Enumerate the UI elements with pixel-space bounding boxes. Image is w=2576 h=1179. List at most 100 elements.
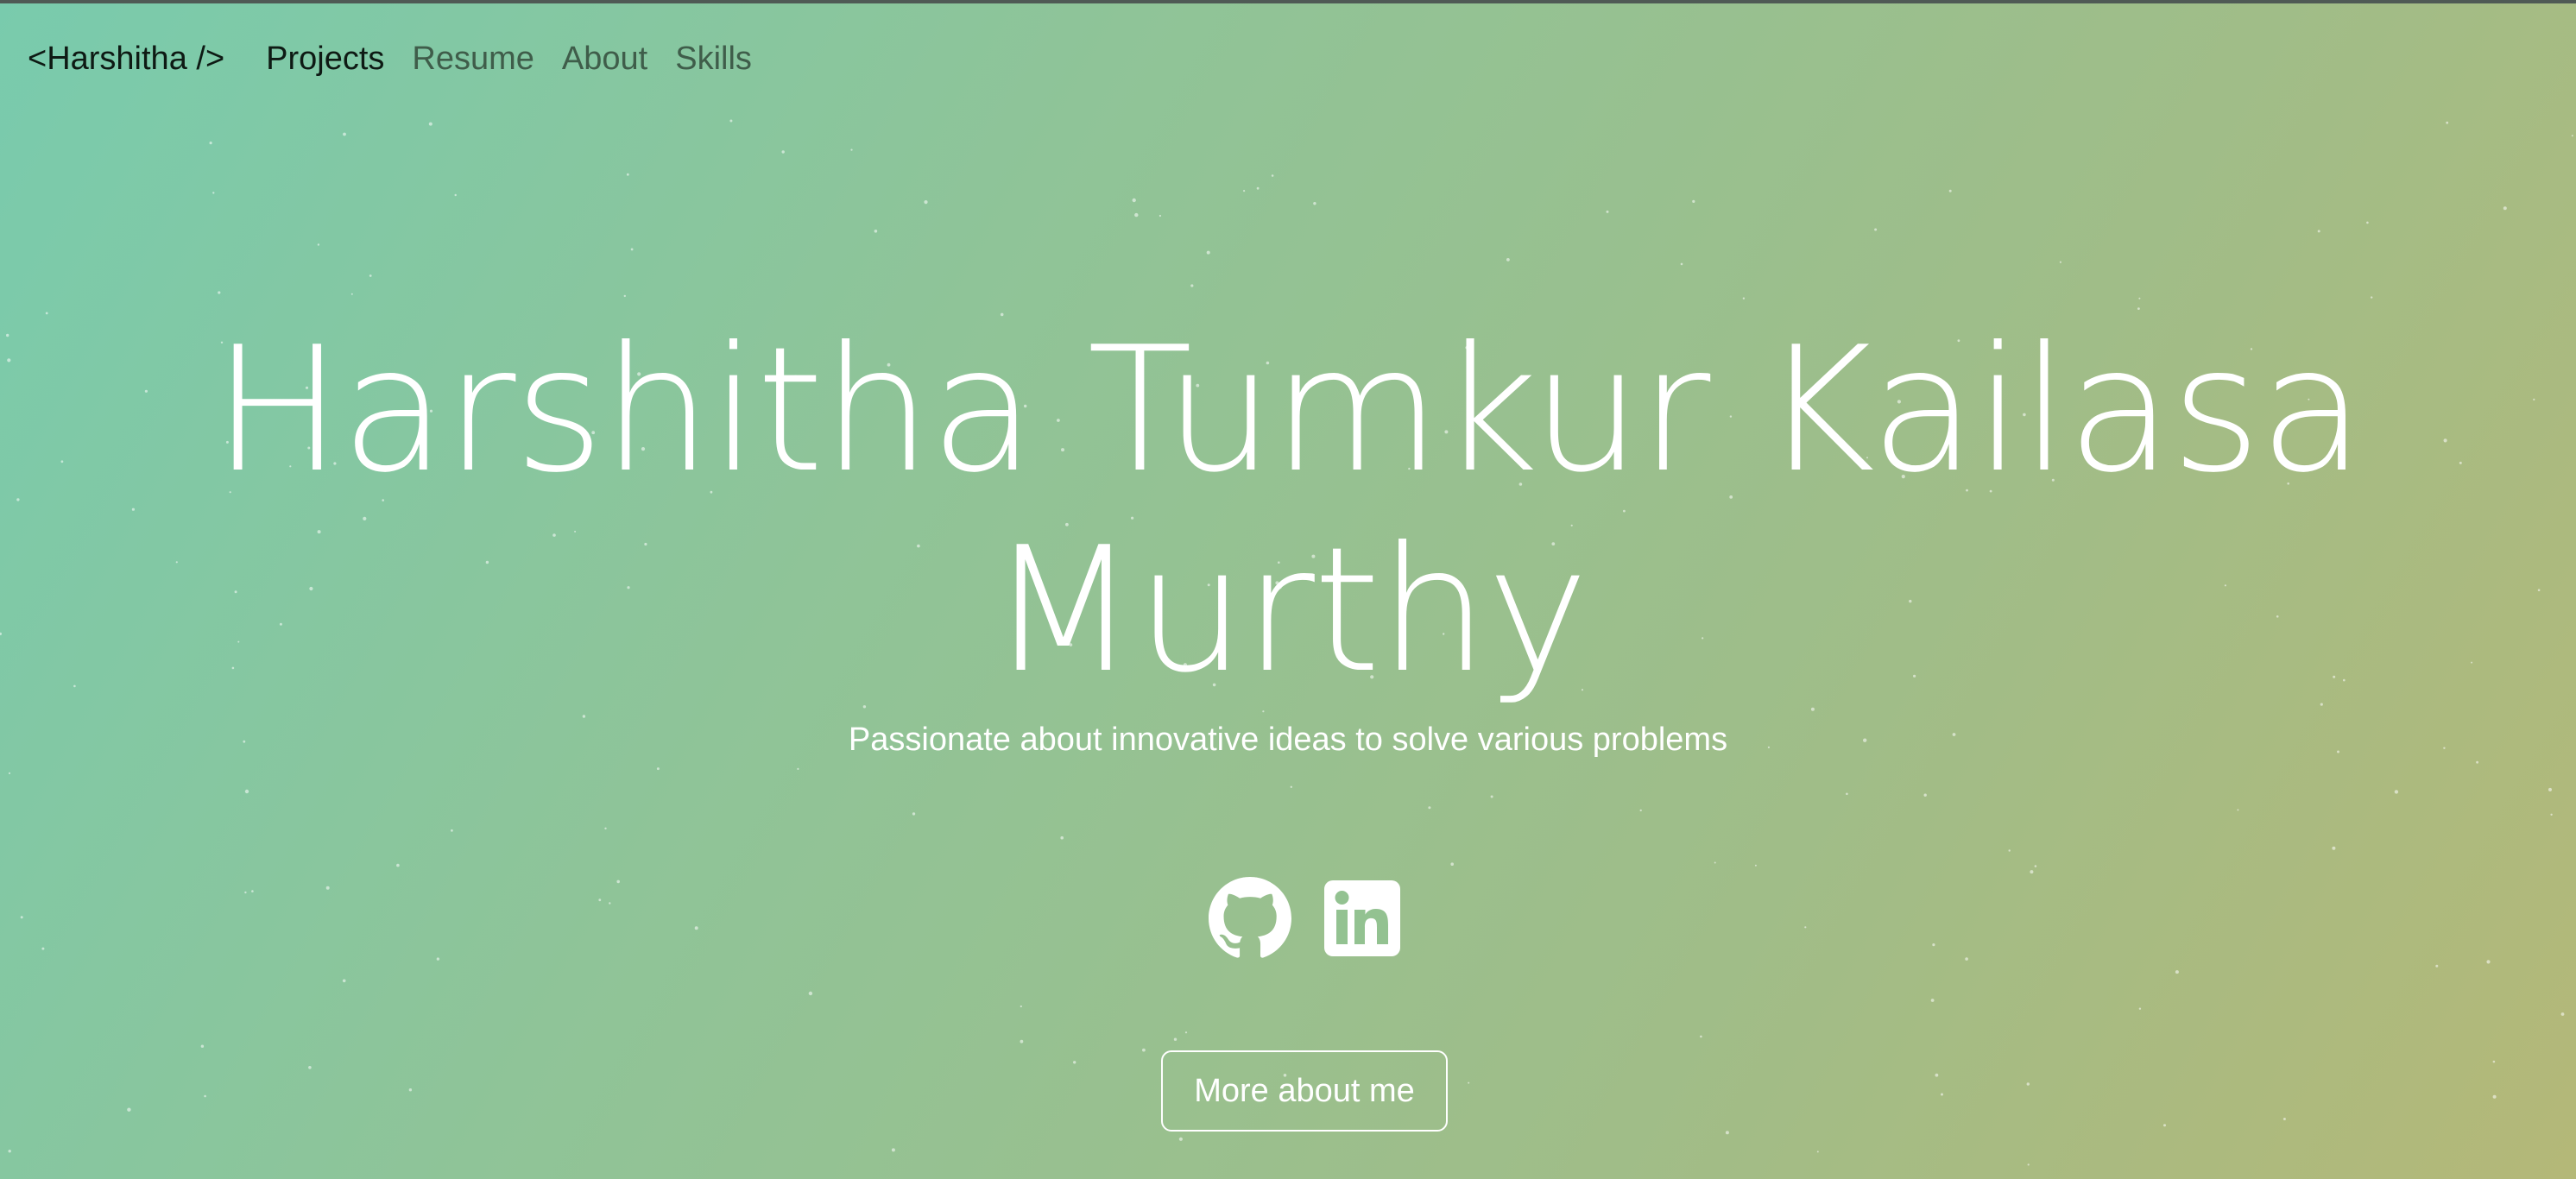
- star-dot: [451, 829, 453, 832]
- star-dot: [317, 243, 320, 246]
- nav-link-about[interactable]: About: [562, 41, 647, 78]
- star-dot: [912, 812, 916, 816]
- star-dot: [1271, 174, 1274, 177]
- star-dot: [1206, 250, 1210, 255]
- star-dot: [2237, 809, 2239, 811]
- star-dot: [2027, 1163, 2030, 1166]
- star-dot: [1680, 262, 1683, 266]
- star-dot: [729, 119, 733, 123]
- star-dot: [1506, 258, 1510, 262]
- star-dot: [2026, 1082, 2030, 1086]
- star-dot: [2548, 787, 2552, 791]
- nav-link-projects[interactable]: Projects: [266, 41, 384, 78]
- star-dot: [8, 1150, 11, 1153]
- star-dot: [1639, 809, 1642, 812]
- star-dot: [1184, 1031, 1188, 1034]
- star-dot: [369, 274, 372, 277]
- star-dot: [874, 230, 878, 233]
- hero-name-line-2: Murthy: [988, 510, 1588, 711]
- star-dot: [2138, 297, 2141, 299]
- star-dot: [436, 957, 440, 961]
- window-top-border: [0, 0, 2576, 3]
- star-dot: [2571, 135, 2573, 137]
- star-dot: [350, 293, 353, 295]
- star-dot: [396, 863, 400, 867]
- star-dot: [1692, 199, 1695, 203]
- star-dot: [1468, 1081, 1470, 1084]
- star-dot: [626, 173, 629, 176]
- star-dot: [1948, 189, 1952, 192]
- star-dot: [2282, 1118, 2286, 1120]
- star-dot: [428, 122, 432, 126]
- star-dot: [808, 991, 813, 996]
- brand-logo-link[interactable]: <Harshitha />: [28, 41, 224, 78]
- star-dot: [2366, 221, 2369, 224]
- star-dot: [1313, 202, 1316, 205]
- star-dot: [623, 294, 626, 298]
- star-dot: [656, 767, 660, 771]
- star-dot: [2560, 1012, 2565, 1016]
- star-dot: [2476, 760, 2479, 764]
- hero-name-line-1: Harshitha Tumkur Kailasa: [212, 310, 2364, 511]
- star-dot: [630, 248, 634, 251]
- hero-name-heading: Harshitha Tumkur Kailasa Murthy: [0, 311, 2576, 711]
- star-dot: [694, 926, 698, 930]
- star-dot: [2008, 849, 2011, 852]
- star-dot: [1450, 862, 1454, 866]
- star-dot: [1060, 835, 1064, 840]
- star-dot: [408, 1088, 413, 1092]
- star-dot: [2486, 960, 2491, 964]
- linkedin-link[interactable]: [1321, 877, 1404, 960]
- hero-tagline: Passionate about innovative ideas to sol…: [848, 722, 1728, 758]
- star-dot: [609, 902, 611, 905]
- star-dot: [781, 150, 785, 154]
- star-dot: [2175, 970, 2179, 974]
- star-dot: [2030, 870, 2034, 874]
- star-dot: [1714, 861, 1716, 864]
- star-dot: [891, 1148, 895, 1152]
- star-dot: [1173, 1037, 1178, 1041]
- star-dot: [1134, 212, 1139, 218]
- linkedin-icon: [1324, 880, 1400, 956]
- star-dot: [1965, 957, 1968, 961]
- star-dot: [616, 880, 620, 884]
- github-icon: [1209, 877, 1291, 958]
- more-about-me-button[interactable]: More about me: [1161, 1050, 1448, 1132]
- star-dot: [797, 767, 799, 771]
- star-dot: [1178, 1137, 1183, 1141]
- star-dot: [1606, 210, 1609, 213]
- star-dot: [1700, 1035, 1702, 1038]
- nav-link-resume[interactable]: Resume: [412, 41, 534, 78]
- navbar: <Harshitha /> Projects Resume About Skil…: [28, 31, 780, 86]
- star-dot: [604, 827, 607, 829]
- nav-link-skills[interactable]: Skills: [675, 41, 752, 78]
- star-dot: [454, 193, 457, 197]
- star-dot: [2163, 1124, 2166, 1127]
- star-dot: [200, 1044, 205, 1048]
- star-dot: [598, 898, 602, 902]
- star-dot: [1256, 186, 1260, 190]
- star-dot: [1846, 792, 1848, 796]
- star-dot: [1073, 1061, 1076, 1064]
- star-dot: [204, 1094, 206, 1098]
- star-dot: [1816, 1151, 1819, 1153]
- star-dot: [244, 891, 247, 894]
- star-dot: [2394, 790, 2399, 794]
- social-links: [1209, 877, 1404, 960]
- star-dot: [1142, 1048, 1146, 1052]
- star-dot: [1930, 999, 1935, 1002]
- star-dot: [212, 192, 215, 194]
- star-dot: [343, 132, 346, 136]
- star-dot: [1020, 1039, 1024, 1043]
- star-dot: [1935, 1073, 1939, 1077]
- star-dot: [1754, 864, 1757, 867]
- star-dot: [308, 1066, 312, 1069]
- star-dot: [127, 1107, 131, 1112]
- star-dot: [1490, 795, 1493, 798]
- star-dot: [1941, 1093, 1943, 1096]
- star-dot: [1290, 785, 1293, 788]
- github-link[interactable]: [1209, 877, 1291, 960]
- star-dot: [1428, 806, 1431, 810]
- star-dot: [1804, 926, 1807, 929]
- star-dot: [1923, 793, 1927, 797]
